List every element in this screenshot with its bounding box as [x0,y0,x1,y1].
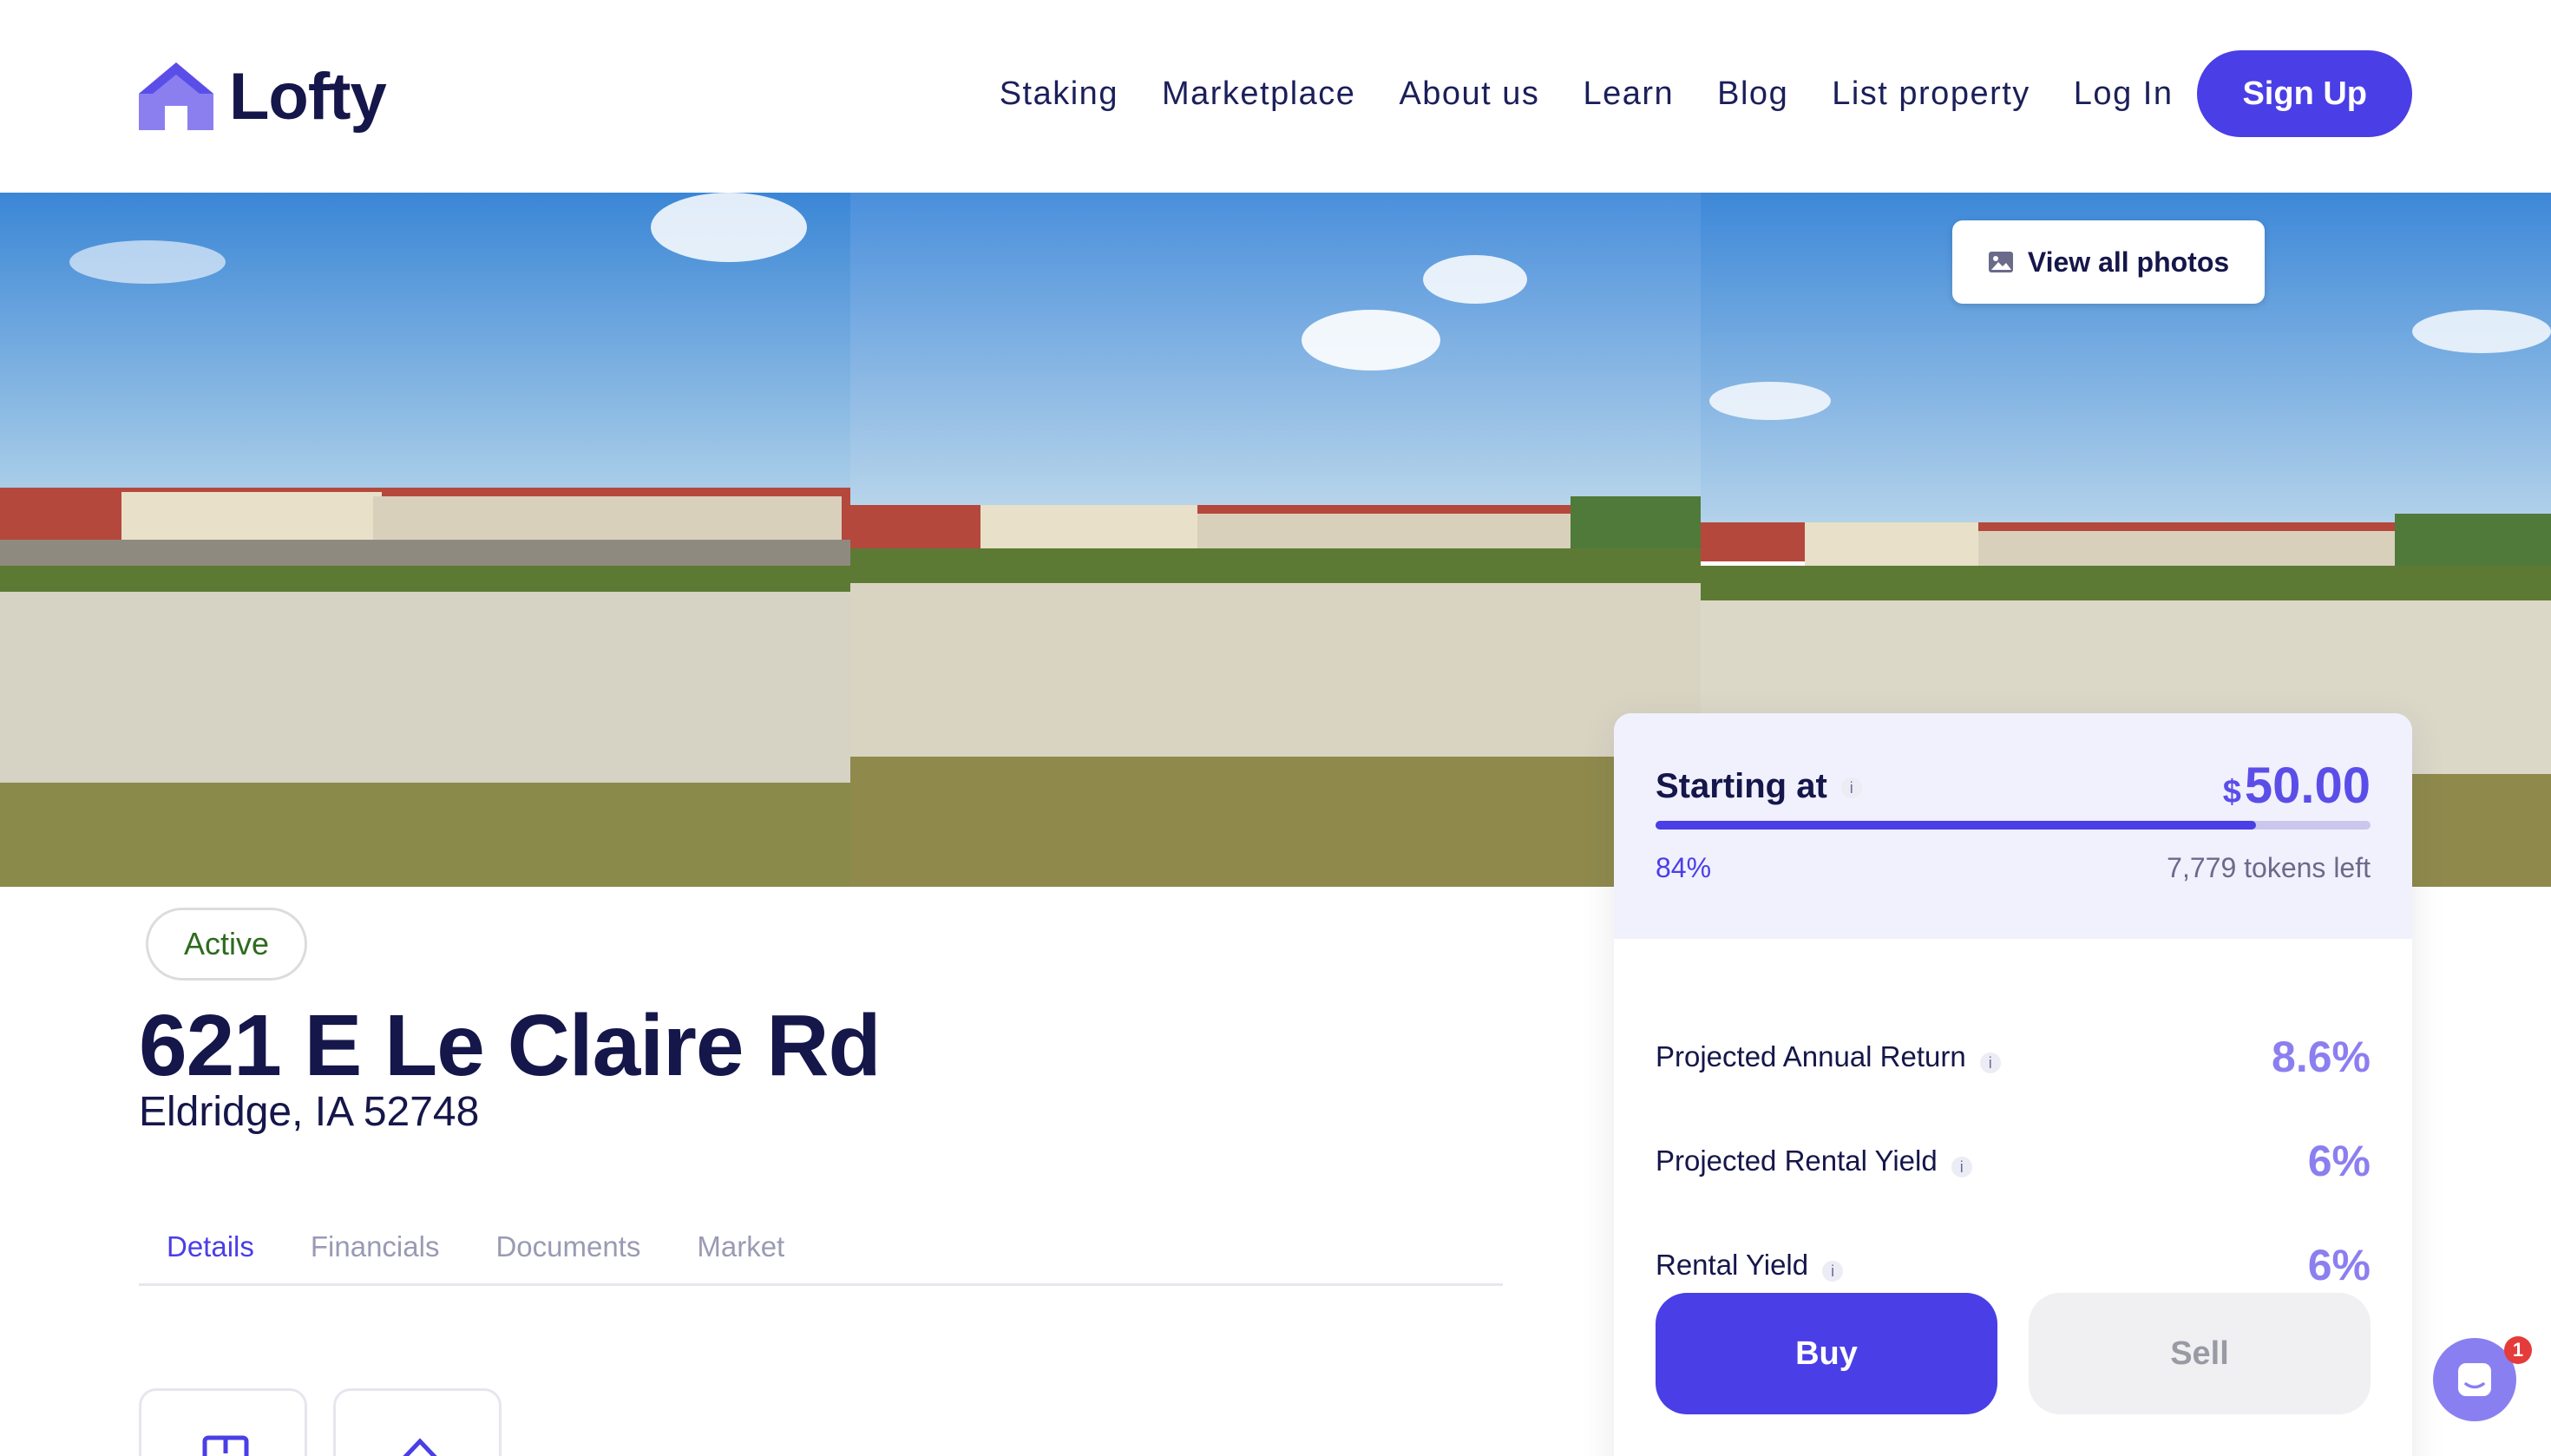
main-nav: Staking Marketplace About us Learn Blog … [1000,50,2412,137]
brand-name: Lofty [229,59,387,134]
token-price: $50.00 [2222,758,2371,814]
nav-list-property[interactable]: List property [1832,75,2030,113]
property-address: 621 E Le Claire Rd [139,997,882,1094]
image-icon [1988,252,2013,272]
nav-staking[interactable]: Staking [1000,75,1118,113]
nav-marketplace[interactable]: Marketplace [1162,75,1355,113]
site-header: Lofty Staking Marketplace About us Learn… [0,0,2551,193]
nav-about-us[interactable]: About us [1399,75,1539,113]
feature-card-size [139,1388,307,1456]
notification-badge: 1 [2504,1336,2532,1364]
chat-icon [2458,1363,2491,1396]
view-all-photos-button[interactable]: View all photos [1952,220,2265,304]
metric-projected-rental-yield: Projected Rental Yield i 6% [1656,1137,2371,1185]
property-city: Eldridge, IA 52748 [139,1089,480,1135]
feature-card-type [333,1388,502,1456]
metric-value: 8.6% [2272,1033,2371,1081]
info-icon[interactable]: i [1951,1156,1972,1177]
metric-projected-annual-return: Projected Annual Return i 8.6% [1656,1033,2371,1081]
tab-financials[interactable]: Financials [311,1225,440,1283]
view-all-photos-label: View all photos [2027,246,2230,278]
status-badge: Active [146,908,307,981]
house-logo-icon [139,62,213,130]
info-icon[interactable]: i [1822,1260,1844,1282]
home-icon [403,1438,437,1456]
buy-button[interactable]: Buy [1656,1293,1997,1414]
info-icon[interactable]: i [1840,777,1862,799]
invest-card: Starting at i $50.00 84% 7,779 tokens lef… [1614,713,2412,1456]
tab-market[interactable]: Market [697,1225,784,1283]
funding-percent: 84% [1656,852,1712,883]
property-photo-2[interactable] [850,193,1701,887]
signup-button[interactable]: Sign Up [2197,50,2412,137]
tokens-left: 7,779 tokens left [2167,852,2371,883]
metric-rental-yield: Rental Yield i 6% [1656,1241,2371,1289]
info-icon[interactable]: i [1979,1052,2001,1073]
login-link[interactable]: Log In [2074,75,2174,113]
price-panel: Starting at i $50.00 84% 7,779 tokens lef… [1614,713,2412,939]
funding-progress-bar [1656,821,2371,830]
property-tabs: Details Financials Documents Market [139,1225,1503,1286]
logo[interactable]: Lofty [137,57,387,135]
nav-learn[interactable]: Learn [1583,75,1674,113]
sell-button[interactable]: Sell [2029,1293,2371,1414]
tab-details[interactable]: Details [139,1225,254,1283]
floorplan-icon [202,1435,249,1456]
funding-progress-fill [1656,821,2257,830]
nav-blog[interactable]: Blog [1717,75,1788,113]
metric-value: 6% [2307,1137,2371,1185]
starting-at-label: Starting at [1656,767,1827,805]
metric-value: 6% [2307,1241,2371,1289]
property-photo-1[interactable] [0,193,850,887]
tab-documents[interactable]: Documents [495,1225,640,1283]
